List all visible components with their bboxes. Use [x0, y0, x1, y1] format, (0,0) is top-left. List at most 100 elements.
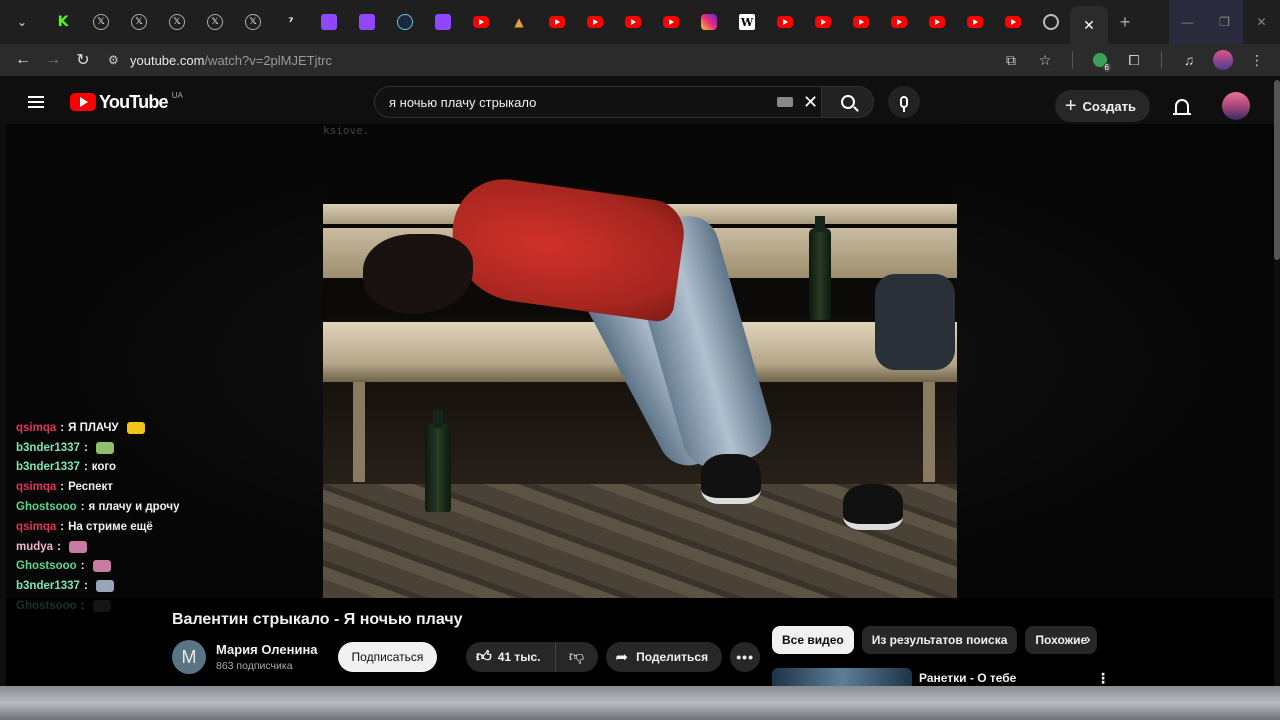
browser-tab[interactable]: 𝕏 — [158, 6, 196, 38]
youtube-logo[interactable]: YouTube UA — [70, 91, 183, 113]
minimize-icon[interactable]: — — [1169, 0, 1206, 44]
chat-message: Ghostsooo: я плачу и дрочу — [16, 497, 276, 517]
search-button[interactable] — [822, 86, 874, 118]
video-title: Валентин стрыкало - Я ночью плачу — [172, 611, 463, 628]
close-window-icon[interactable]: ✕ — [1243, 0, 1280, 44]
browser-tab[interactable] — [576, 6, 614, 38]
browser-tab[interactable]: 𝕏 — [196, 6, 234, 38]
extensions-puzzle-icon[interactable]: ⧠ — [1119, 45, 1149, 75]
recommended-menu-icon[interactable]: ⋮ — [1096, 670, 1110, 687]
video-watermark: ksiove. — [323, 124, 370, 137]
browser-tab[interactable]: W — [728, 6, 766, 38]
toolbar-divider — [1161, 51, 1162, 69]
browser-tab[interactable] — [538, 6, 576, 38]
browser-tab[interactable] — [994, 6, 1032, 38]
browser-tab[interactable] — [956, 6, 994, 38]
subscribe-button[interactable]: Подписаться — [337, 642, 438, 672]
search-input[interactable] — [389, 94, 769, 110]
chat-emote-icon — [92, 560, 111, 573]
chat-username: qsimqa — [16, 421, 57, 434]
chat-username: Ghostsooo — [16, 560, 77, 573]
account-avatar[interactable] — [1222, 92, 1250, 120]
forward-icon[interactable]: → — [38, 45, 68, 75]
chat-message: qsimqa: Респект — [16, 477, 276, 497]
chat-message: b3nder1337: — [16, 576, 276, 596]
active-tab[interactable]: ✕ — [1070, 6, 1108, 44]
profile-avatar[interactable] — [1208, 45, 1238, 75]
notifications-bell-icon[interactable] — [1162, 86, 1202, 126]
chat-separator: : — [60, 520, 65, 533]
recommended-video[interactable]: Ранетки - О тебе — [772, 668, 1016, 688]
browser-tab[interactable] — [652, 6, 690, 38]
address-bar[interactable]: ⚙ youtube.com/watch?v=2plMJETjtrc — [102, 47, 1102, 73]
browser-tab[interactable] — [880, 6, 918, 38]
channel-name[interactable]: Мария Оленина — [216, 642, 318, 657]
browser-tab[interactable] — [386, 6, 424, 38]
extension-badge-icon[interactable]: 6 — [1085, 45, 1115, 75]
youtube-masthead: YouTube UA ✕ + Создать — [6, 80, 1274, 124]
chevron-right-icon[interactable]: › — [1076, 628, 1100, 652]
close-tab-icon[interactable]: ✕ — [1083, 17, 1095, 34]
back-icon[interactable]: ← — [8, 45, 38, 75]
channel-avatar[interactable]: M — [172, 640, 206, 674]
browser-tab[interactable] — [804, 6, 842, 38]
recommended-thumbnail[interactable] — [772, 668, 912, 688]
wikipedia-icon: W — [739, 14, 755, 30]
browser-tab[interactable] — [348, 6, 386, 38]
page-scrollbar[interactable] — [1274, 80, 1280, 260]
video-scene-bench-leg — [353, 382, 365, 482]
browser-tab[interactable] — [614, 6, 652, 38]
youtube-logo-icon — [70, 93, 96, 111]
browser-tab[interactable]: ▲ — [500, 6, 538, 38]
youtube-icon — [1005, 16, 1021, 28]
create-button[interactable]: + Создать — [1054, 90, 1150, 122]
browser-tab[interactable] — [690, 6, 728, 38]
bookmark-star-icon[interactable]: ☆ — [1030, 45, 1060, 75]
like-button[interactable]: 👍︎ 41 тыс. — [466, 642, 556, 672]
cone-icon: ▲ — [514, 15, 524, 29]
share-label: Поделиться — [636, 650, 709, 664]
instagram-icon — [701, 14, 717, 30]
install-app-icon[interactable]: ⧉ — [996, 45, 1026, 75]
browser-tab[interactable] — [766, 6, 804, 38]
keyboard-icon[interactable] — [777, 97, 793, 107]
more-actions-button[interactable]: ••• — [730, 642, 761, 672]
browser-menu-icon[interactable]: ⋮ — [1242, 45, 1272, 75]
site-info-icon[interactable]: ⚙ — [108, 53, 130, 67]
video-frame[interactable]: ksiove. — [323, 124, 957, 598]
channel-meta: Мария Оленина 863 подписчика — [216, 642, 318, 672]
guide-menu-icon[interactable] — [14, 82, 58, 122]
voice-search-button[interactable] — [888, 86, 920, 118]
restore-icon[interactable]: ❐ — [1206, 0, 1243, 44]
search-icon — [840, 95, 855, 109]
search-box: ✕ — [374, 86, 822, 118]
chat-message: qsimqa: На стриме ещё — [16, 517, 276, 537]
browser-tab[interactable]: 𝕏 — [82, 6, 120, 38]
browser-tab[interactable] — [462, 6, 500, 38]
youtube-icon — [815, 16, 831, 28]
youtube-icon — [587, 16, 603, 28]
toolbar-divider — [1072, 51, 1073, 69]
browser-tab[interactable] — [918, 6, 956, 38]
reload-icon[interactable]: ↻ — [68, 45, 98, 75]
browser-tab[interactable]: 𝕏 — [120, 6, 158, 38]
clear-search-icon[interactable]: ✕ — [803, 92, 818, 113]
filter-chip[interactable]: Из результатов поиска — [861, 626, 1018, 654]
browser-tab[interactable] — [842, 6, 880, 38]
chat-separator: : — [80, 560, 85, 573]
browser-tab[interactable] — [310, 6, 348, 38]
dislike-button[interactable]: 👎︎ — [556, 642, 598, 672]
twitch-icon — [321, 14, 337, 30]
browser-tab[interactable] — [424, 6, 462, 38]
filter-chip[interactable]: Все видео — [772, 626, 854, 654]
browser-tab[interactable] — [1032, 6, 1070, 38]
new-tab-icon[interactable]: + — [1110, 7, 1140, 37]
browser-tab[interactable]: K — [44, 6, 82, 38]
search-bar: ✕ — [374, 86, 920, 118]
browser-tab[interactable]: 𝕏 — [234, 6, 272, 38]
share-button[interactable]: ➦ Поделиться — [605, 642, 723, 672]
browser-tab[interactable]: ⁷ — [272, 6, 310, 38]
chat-text: Респект — [68, 481, 113, 494]
tab-search-icon[interactable]: ⌄ — [0, 0, 44, 44]
media-controls-icon[interactable]: ♫ — [1174, 45, 1204, 75]
